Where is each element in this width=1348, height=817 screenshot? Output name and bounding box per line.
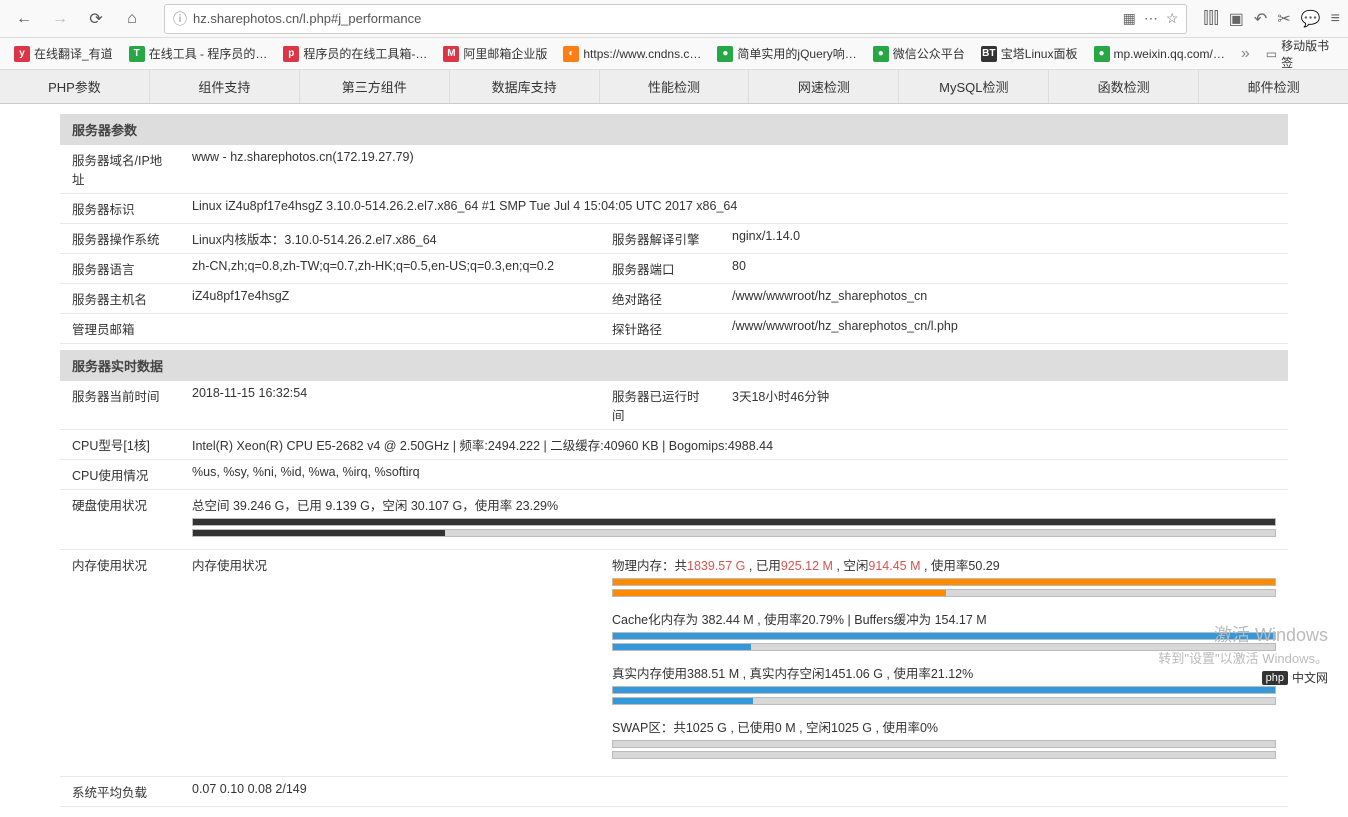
qr-icon[interactable]: ▦ <box>1123 10 1136 27</box>
clip-icon[interactable]: ✂ <box>1277 9 1290 29</box>
bookmark-icon: M <box>443 46 459 62</box>
tab-network[interactable]: 网速检测 <box>749 70 899 103</box>
table-row: 硬盘使用状况 总空间 39.246 G，已用 9.139 G，空闲 30.107… <box>60 490 1288 550</box>
bookmark-star-icon[interactable]: ☆ <box>1166 10 1179 27</box>
php-cn-logo[interactable]: php中文网 <box>1262 669 1328 686</box>
bookmark-item[interactable]: ●简单实用的jQuery响… <box>713 42 860 65</box>
swap-bar-total <box>612 740 1276 748</box>
home-button[interactable]: ⌂ <box>116 3 148 35</box>
realtime-table: 服务器当前时间2018-11-15 16:32:54服务器已运行时间3天18小时… <box>60 381 1288 807</box>
back-button[interactable]: ← <box>8 3 40 35</box>
tab-mysql[interactable]: MySQL检测 <box>899 70 1049 103</box>
swap-bar-used <box>612 751 1276 759</box>
bookmark-item[interactable]: M阿里邮箱企业版 <box>439 42 551 65</box>
bookmark-item[interactable]: BT宝塔Linux面板 <box>977 42 1082 65</box>
table-row: 内存使用状况 内存使用状况 物理内存：共1839.57 G , 已用925.12… <box>60 550 1288 777</box>
bookmark-icon: T <box>129 46 145 62</box>
swap-text: SWAP区：共1025 G , 已使用0 M , 空闲1025 G , 使用率0… <box>612 717 1276 736</box>
bookmark-item[interactable]: T在线工具 - 程序员的… <box>125 42 272 65</box>
table-row: 服务器主机名iZ4u8pf17e4hsgZ绝对路径/www/wwwroot/hz… <box>60 284 1288 314</box>
disk-text: 总空间 39.246 G，已用 9.139 G，空闲 30.107 G，使用率 … <box>192 495 1276 514</box>
bookmark-icon: ● <box>1094 46 1110 62</box>
phys-bar-used <box>612 589 1276 597</box>
mobile-icon: ▭ <box>1266 47 1277 61</box>
table-row: CPU使用情况%us, %sy, %ni, %id, %wa, %irq, %s… <box>60 460 1288 490</box>
bookmark-icon: p <box>283 46 299 62</box>
phys-mem-text: 物理内存：共1839.57 G , 已用925.12 M , 空闲914.45 … <box>612 555 1276 574</box>
real-text: 真实内存使用388.51 M , 真实内存空闲1451.06 G , 使用率21… <box>612 663 1276 682</box>
tabs-bar: PHP参数 组件支持 第三方组件 数据库支持 性能检测 网速检测 MySQL检测… <box>0 70 1348 104</box>
more-icon[interactable]: ⋯ <box>1144 10 1158 27</box>
real-bar-used <box>612 697 1276 705</box>
disk-bar-total <box>192 518 1276 526</box>
table-row: 服务器域名/IP地址www - hz.sharephotos.cn(172.19… <box>60 145 1288 194</box>
cache-text: Cache化内存为 382.44 M , 使用率20.79% | Buffers… <box>612 609 1276 628</box>
sidebar-icon[interactable]: ▣ <box>1229 9 1244 29</box>
bookmarks-overflow[interactable]: » <box>1237 45 1254 63</box>
cache-bar-total <box>612 632 1276 640</box>
disk-bar-used <box>192 529 1276 537</box>
bookmark-item[interactable]: p程序员的在线工具箱-… <box>279 42 431 65</box>
url-text: hz.sharephotos.cn/l.php#j_performance <box>193 11 1117 26</box>
reload-button[interactable]: ⟳ <box>80 3 112 35</box>
mobile-bookmarks[interactable]: ▭移动版书签 <box>1266 38 1338 70</box>
cache-bar-used <box>612 643 1276 651</box>
table-row: CPU型号[1核]Intel(R) Xeon(R) CPU E5-2682 v4… <box>60 430 1288 460</box>
tab-3rd-party[interactable]: 第三方组件 <box>300 70 450 103</box>
tab-php-params[interactable]: PHP参数 <box>0 70 150 103</box>
forward-button: → <box>44 3 76 35</box>
bookmark-icon: ● <box>873 46 889 62</box>
bookmarks-bar: y在线翻译_有道 T在线工具 - 程序员的… p程序员的在线工具箱-… M阿里邮… <box>0 38 1348 70</box>
tab-components[interactable]: 组件支持 <box>150 70 300 103</box>
menu-icon[interactable]: ≡ <box>1331 10 1340 28</box>
section-realtime-header: 服务器实时数据 <box>60 350 1288 381</box>
site-info-icon[interactable]: ⓘ <box>173 9 187 29</box>
phys-bar-total <box>612 578 1276 586</box>
table-row: 服务器标识Linux iZ4u8pf17e4hsgZ 3.10.0-514.26… <box>60 194 1288 224</box>
bookmark-item[interactable]: ●mp.weixin.qq.com/… <box>1090 43 1229 65</box>
browser-toolbar: ← → ⟳ ⌂ ⓘ hz.sharephotos.cn/l.php#j_perf… <box>0 0 1348 38</box>
chat-icon[interactable]: 💬 <box>1301 9 1321 29</box>
tab-mail[interactable]: 邮件检测 <box>1199 70 1348 103</box>
bookmark-item[interactable]: y在线翻译_有道 <box>10 42 117 65</box>
bookmark-item[interactable]: ●微信公众平台 <box>869 42 969 65</box>
tab-functions[interactable]: 函数检测 <box>1049 70 1199 103</box>
bookmark-item[interactable]: ◐https://www.cndns.c… <box>559 43 705 65</box>
main-content: 服务器参数 服务器域名/IP地址www - hz.sharephotos.cn(… <box>0 104 1348 817</box>
tab-performance[interactable]: 性能检测 <box>600 70 750 103</box>
bookmark-icon: ● <box>717 46 733 62</box>
section-server-params-header: 服务器参数 <box>60 114 1288 145</box>
bookmark-icon: BT <box>981 46 997 62</box>
tab-database[interactable]: 数据库支持 <box>450 70 600 103</box>
table-row: 管理员邮箱探针路径/www/wwwroot/hz_sharephotos_cn/… <box>60 314 1288 344</box>
table-row: 服务器当前时间2018-11-15 16:32:54服务器已运行时间3天18小时… <box>60 381 1288 430</box>
url-bar[interactable]: ⓘ hz.sharephotos.cn/l.php#j_performance … <box>164 4 1187 34</box>
bookmark-icon: ◐ <box>563 46 579 62</box>
server-params-table: 服务器域名/IP地址www - hz.sharephotos.cn(172.19… <box>60 145 1288 344</box>
undo-icon[interactable]: ↶ <box>1254 9 1267 29</box>
bookmark-icon: y <box>14 46 30 62</box>
table-row: 服务器操作系统Linux内核版本：3.10.0-514.26.2.el7.x86… <box>60 224 1288 254</box>
table-row: 服务器语言zh-CN,zh;q=0.8,zh-TW;q=0.7,zh-HK;q=… <box>60 254 1288 284</box>
library-icon[interactable]: ⫿⫿⫿ <box>1203 10 1218 28</box>
real-bar-total <box>612 686 1276 694</box>
table-row: 系统平均负载0.07 0.10 0.08 2/149 <box>60 777 1288 807</box>
